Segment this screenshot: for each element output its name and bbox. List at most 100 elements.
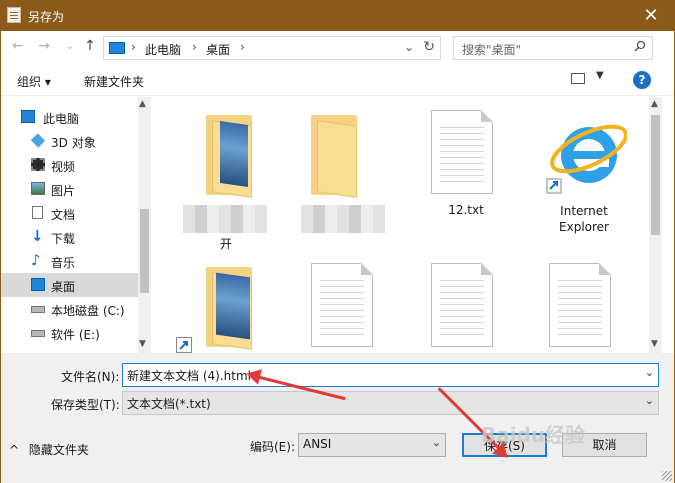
command-bar: 组织 ▾ 新建文件夹 ▼ ? bbox=[1, 64, 674, 96]
filetype-label: 保存类型(T): bbox=[51, 398, 120, 412]
text-file-icon bbox=[431, 263, 493, 347]
window-title: 另存为 bbox=[28, 10, 65, 24]
file-list-scrollbar[interactable]: ▲ ▼ bbox=[649, 97, 662, 353]
baidu-watermark: Baidu经验 bbox=[481, 423, 586, 447]
file-item-folder[interactable] bbox=[291, 105, 401, 255]
sidebar-item-label: 下载 bbox=[51, 232, 76, 246]
filename-input[interactable]: 新建文本文档 (4).html ⌄ bbox=[122, 363, 659, 387]
film-icon bbox=[31, 158, 45, 171]
file-item-folder[interactable]: 开 bbox=[171, 105, 281, 255]
refresh-button[interactable]: ↻ bbox=[423, 39, 435, 55]
blurred-filename bbox=[301, 205, 385, 233]
computer-icon bbox=[21, 110, 35, 123]
download-icon: ↓ bbox=[31, 227, 44, 245]
sidebar-item-local-disk-c[interactable]: 本地磁盘 (C:) bbox=[1, 297, 138, 321]
sidebar-item-desktop[interactable]: 桌面 bbox=[1, 273, 138, 297]
scrollbar-thumb[interactable] bbox=[651, 115, 660, 235]
drive-icon bbox=[31, 306, 45, 313]
recent-locations-button[interactable]: ⌄ bbox=[61, 41, 79, 52]
search-icon bbox=[634, 40, 646, 52]
help-button[interactable]: ? bbox=[633, 71, 651, 89]
file-item-text[interactable] bbox=[529, 257, 639, 353]
hide-folders-toggle[interactable]: ^ 隐藏文件夹 bbox=[9, 441, 89, 458]
picture-icon bbox=[31, 182, 45, 195]
sidebar-item-label: 桌面 bbox=[51, 280, 76, 294]
scroll-up-icon[interactable]: ▲ bbox=[139, 99, 146, 109]
address-dropdown-button[interactable]: ⌄ bbox=[404, 40, 414, 54]
encoding-select[interactable]: ANSI ⌄ bbox=[298, 433, 446, 457]
sidebar-item-label: 3D 对象 bbox=[51, 136, 96, 150]
sidebar-item-label: 本地磁盘 (C:) bbox=[51, 304, 125, 318]
file-item-folder-shortcut[interactable] bbox=[171, 257, 281, 353]
text-file-icon bbox=[549, 263, 611, 347]
encoding-value: ANSI bbox=[303, 437, 332, 451]
navigation-pane: 此电脑 3D 对象 视频 图片 文档 ↓ 下载 ♪ 音乐 桌面 本地磁盘 (C:… bbox=[1, 97, 151, 353]
search-placeholder: 搜索"桌面" bbox=[462, 43, 522, 57]
chevron-up-icon: ^ bbox=[9, 443, 20, 457]
scroll-up-icon[interactable]: ▲ bbox=[651, 99, 658, 109]
chevron-right-icon: › bbox=[192, 40, 197, 54]
back-button[interactable]: ← bbox=[9, 38, 27, 54]
file-item-text[interactable] bbox=[291, 257, 401, 353]
search-box[interactable]: 搜索"桌面" bbox=[453, 36, 653, 60]
sidebar-item-documents[interactable]: 文档 bbox=[1, 201, 138, 225]
chevron-down-icon[interactable]: ⌄ bbox=[645, 366, 654, 379]
text-file-icon bbox=[311, 263, 373, 347]
text-file-icon bbox=[431, 110, 493, 194]
close-button[interactable]: ✕ bbox=[636, 3, 666, 29]
sidebar-item-3d-objects[interactable]: 3D 对象 bbox=[1, 129, 138, 153]
file-caption: Internet Explorer bbox=[559, 204, 609, 234]
file-list: 开 12.txt Internet Explorer bbox=[151, 97, 649, 353]
sidebar-item-label: 图片 bbox=[51, 184, 76, 198]
notepad-icon bbox=[7, 7, 21, 23]
new-folder-button[interactable]: 新建文件夹 bbox=[84, 73, 144, 90]
blurred-filename bbox=[183, 205, 267, 233]
file-item-12-txt[interactable]: 12.txt bbox=[411, 105, 521, 255]
view-dropdown-button[interactable]: ▼ bbox=[596, 70, 604, 81]
file-item-internet-explorer[interactable]: Internet Explorer bbox=[529, 105, 639, 255]
hide-folders-label: 隐藏文件夹 bbox=[28, 443, 89, 457]
navigation-bar: ← → ⌄ ↑ › 此电脑 › 桌面 › ⌄ ↻ 搜索"桌面" bbox=[1, 31, 674, 64]
file-caption: 开 bbox=[219, 237, 232, 251]
filename-value: 新建文本文档 (4).html bbox=[127, 369, 251, 383]
filetype-select[interactable]: 文本文档(*.txt) ⌄ bbox=[122, 391, 659, 415]
sidebar-item-music[interactable]: ♪ 音乐 bbox=[1, 249, 138, 273]
filetype-value: 文本文档(*.txt) bbox=[127, 397, 211, 411]
file-caption: 12.txt bbox=[448, 203, 484, 217]
breadcrumb-desktop[interactable]: 桌面 bbox=[206, 41, 230, 58]
resize-grip-icon[interactable] bbox=[662, 471, 672, 481]
scroll-down-icon[interactable]: ▼ bbox=[651, 339, 658, 349]
save-options-panel: 文件名(N): 新建文本文档 (4).html ⌄ 保存类型(T): 文本文档(… bbox=[1, 353, 674, 483]
encoding-label: 编码(E): bbox=[250, 440, 295, 454]
chevron-right-icon: › bbox=[240, 40, 245, 54]
sidebar-item-label: 文档 bbox=[51, 208, 76, 222]
chevron-down-icon: ⌄ bbox=[644, 394, 654, 407]
organize-button[interactable]: 组织 ▾ bbox=[17, 73, 51, 90]
sidebar-item-software-e[interactable]: 软件 (E:) bbox=[1, 321, 138, 345]
sidebar-item-label: 音乐 bbox=[51, 256, 76, 270]
scrollbar-thumb[interactable] bbox=[140, 209, 149, 293]
chevron-down-icon: ⌄ bbox=[431, 436, 441, 449]
up-button[interactable]: ↑ bbox=[81, 38, 99, 54]
filename-label: 文件名(N): bbox=[61, 370, 120, 384]
sidebar-item-pictures[interactable]: 图片 bbox=[1, 177, 138, 201]
file-item-text[interactable] bbox=[411, 257, 521, 353]
forward-button[interactable]: → bbox=[35, 38, 53, 54]
sidebar-item-videos[interactable]: 视频 bbox=[1, 153, 138, 177]
music-icon: ♪ bbox=[31, 251, 41, 269]
sidebar-scrollbar[interactable]: ▲ ▼ bbox=[138, 97, 151, 353]
desktop-icon bbox=[31, 278, 45, 291]
computer-icon bbox=[109, 42, 125, 54]
breadcrumb-this-pc[interactable]: 此电脑 bbox=[145, 41, 181, 58]
address-bar[interactable]: › 此电脑 › 桌面 › ⌄ ↻ bbox=[103, 36, 441, 60]
document-icon bbox=[32, 206, 43, 219]
scroll-down-icon[interactable]: ▼ bbox=[139, 339, 146, 349]
view-icon[interactable] bbox=[571, 73, 585, 84]
sidebar-item-label: 此电脑 bbox=[43, 112, 80, 126]
cube-icon bbox=[30, 133, 46, 148]
sidebar-item-label: 软件 (E:) bbox=[51, 328, 100, 342]
sidebar-item-this-pc[interactable]: 此电脑 bbox=[1, 105, 138, 129]
internet-explorer-icon bbox=[546, 124, 627, 194]
sidebar-item-downloads[interactable]: ↓ 下载 bbox=[1, 225, 138, 249]
title-bar: 另存为 ✕ bbox=[1, 1, 674, 31]
